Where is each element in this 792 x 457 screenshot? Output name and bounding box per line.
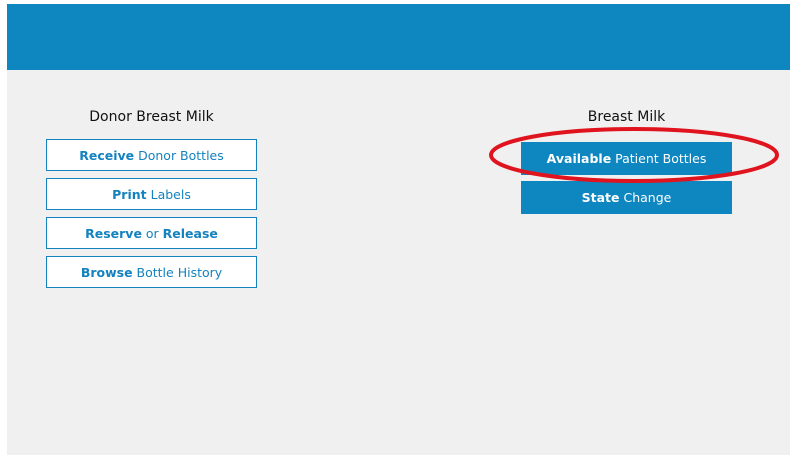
app-window: Donor Breast Milk Receive Donor Bottles …	[7, 4, 790, 455]
receive-donor-bottles-button[interactable]: Receive Donor Bottles	[46, 139, 257, 171]
button-label-bold-2: Release	[162, 225, 218, 241]
button-label-bold: Print	[112, 186, 147, 202]
button-label-rest: Change	[619, 190, 672, 205]
breast-milk-title: Breast Milk	[587, 109, 666, 125]
button-label-bold: State	[581, 190, 620, 205]
available-patient-bottles-button[interactable]: Available Patient Bottles	[521, 142, 732, 175]
state-change-button[interactable]: State Change	[521, 181, 732, 214]
button-label-bold: Browse	[80, 264, 133, 280]
print-labels-button[interactable]: Print Labels	[46, 178, 257, 210]
button-label-bold: Receive	[79, 147, 135, 163]
button-label-bold: Reserve	[85, 225, 142, 241]
button-label-rest: Bottle History	[132, 264, 223, 280]
button-label-rest: Labels	[146, 186, 191, 202]
reserve-or-release-button[interactable]: Reserve or Release	[46, 217, 257, 249]
donor-breast-milk-title: Donor Breast Milk	[89, 109, 214, 125]
button-label-bold: Available	[546, 151, 612, 166]
button-label-rest: Donor Bottles	[134, 147, 224, 163]
button-label-rest: Patient Bottles	[611, 151, 707, 166]
button-label-middle: or	[141, 225, 163, 241]
top-header-bar	[7, 4, 790, 70]
browse-bottle-history-button[interactable]: Browse Bottle History	[46, 256, 257, 288]
